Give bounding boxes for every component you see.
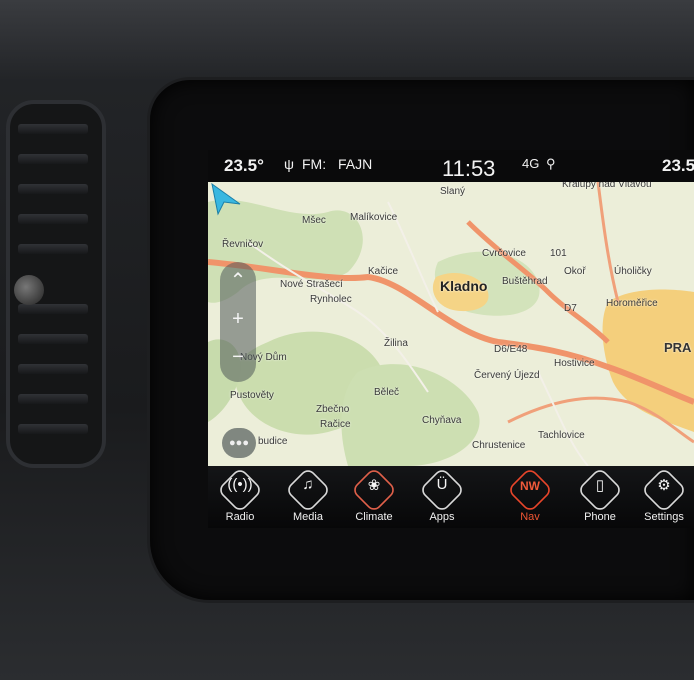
- map-label-nove-straseci: Nové Strašecí: [280, 279, 343, 290]
- tab-label: Phone: [584, 511, 616, 523]
- tab-media[interactable]: ♫ Media: [278, 466, 338, 526]
- tab-label: Nav: [520, 511, 540, 523]
- tab-apps[interactable]: Ü Apps: [412, 466, 472, 526]
- map-label-cvrcovice: Cvrčovice: [482, 248, 526, 259]
- zoom-in-button[interactable]: +: [220, 308, 256, 331]
- radio-icon: ((•)): [227, 476, 253, 493]
- apps-icon: Ü: [436, 476, 448, 493]
- radio-signal-icon: ψ: [284, 156, 294, 172]
- map-label-zbecno: Zbečno: [316, 404, 350, 415]
- map-label-chrustenice: Chrustenice: [472, 440, 526, 451]
- chevron-up-icon[interactable]: ⌃: [220, 268, 256, 293]
- radio-station[interactable]: FAJN: [338, 156, 372, 172]
- tab-label: Radio: [225, 511, 255, 523]
- infotainment-screen: 23.5° ψ FM: FAJN 11:53 4G ⚲ 23.5 Slaný K…: [208, 150, 694, 528]
- map-label-slany: Slaný: [440, 186, 466, 197]
- phone-icon: ▯: [595, 477, 605, 494]
- map-label-malikovice: Malíkovice: [350, 212, 398, 223]
- zoom-out-button[interactable]: −: [220, 346, 256, 369]
- map-label-msec: Mšec: [302, 215, 326, 226]
- menu-dots-icon[interactable]: ●●●: [222, 428, 256, 458]
- zoom-control: ⌃ + −: [220, 262, 256, 382]
- tab-climate[interactable]: ❀ Climate: [344, 466, 404, 526]
- navigation-map[interactable]: Slaný Kralupy nad Vltavou Řevničov Mšec …: [208, 182, 694, 466]
- map-label-bustehrad: Buštěhrad: [502, 276, 548, 287]
- tab-nav[interactable]: NW Nav: [500, 466, 560, 526]
- map-label-uholicky: Úholičky: [614, 266, 652, 277]
- tab-label: Apps: [429, 511, 455, 523]
- climate-temperature[interactable]: 23.5: [662, 156, 694, 176]
- map-label-kladno: Kladno: [440, 278, 488, 294]
- network-indicator: 4G: [522, 156, 540, 171]
- vehicle-position-arrow: [211, 182, 241, 216]
- clock: 11:53: [442, 156, 496, 181]
- map-label-101: 101: [550, 248, 567, 259]
- map-label-rynholec: Rynholec: [310, 294, 352, 305]
- map-label-pustovety: Pustověty: [230, 390, 274, 401]
- map-label-tachlovice: Tachlovice: [538, 430, 585, 441]
- map-label-horomerice: Horoměřice: [606, 298, 658, 309]
- outside-temperature: 23.5°: [224, 156, 264, 175]
- map-label-revnicov: Řevničov: [222, 239, 264, 250]
- compass-icon: NW: [520, 479, 540, 493]
- map-label-d7: D7: [564, 303, 577, 314]
- map-label-budice: budice: [258, 436, 288, 447]
- vent-knob[interactable]: [14, 275, 44, 305]
- gear-icon: ⚙: [657, 477, 671, 494]
- music-note-icon: ♫: [302, 476, 314, 493]
- map-label-kacice: Kačice: [368, 266, 399, 277]
- radio-band: FM:: [302, 156, 327, 172]
- tab-settings[interactable]: ⚙ Settings: [634, 466, 694, 526]
- map-label-belec: Běleč: [374, 387, 400, 398]
- map-label-cerveny-ujezd: Červený Újezd: [474, 370, 540, 381]
- tab-phone[interactable]: ▯ Phone: [570, 466, 630, 526]
- map-label-kralupy: Kralupy nad Vltavou: [562, 182, 652, 190]
- climate-icon: ❀: [367, 477, 381, 494]
- map-label-prague: PRA: [664, 340, 692, 355]
- tab-label: Climate: [355, 511, 393, 523]
- map-label-zilina: Žilina: [384, 338, 408, 349]
- map-label-racice: Račice: [320, 419, 351, 430]
- map-label-d6: D6/E48: [494, 344, 528, 355]
- map-label-hostivice: Hostivice: [554, 358, 595, 369]
- location-pin-icon: ⚲: [546, 156, 556, 171]
- map-label-chynava: Chyňava: [422, 415, 462, 426]
- tab-radio[interactable]: ((•)) Radio: [210, 466, 270, 526]
- tab-label: Settings: [644, 511, 684, 523]
- map-label-okor: Okoř: [564, 266, 586, 277]
- tab-label: Media: [293, 511, 323, 523]
- bottom-nav-bar: ((•)) Radio ♫ Media ❀ Climate Ü Apps NW …: [208, 466, 694, 528]
- status-bar: 23.5° ψ FM: FAJN 11:53 4G ⚲ 23.5: [208, 150, 694, 182]
